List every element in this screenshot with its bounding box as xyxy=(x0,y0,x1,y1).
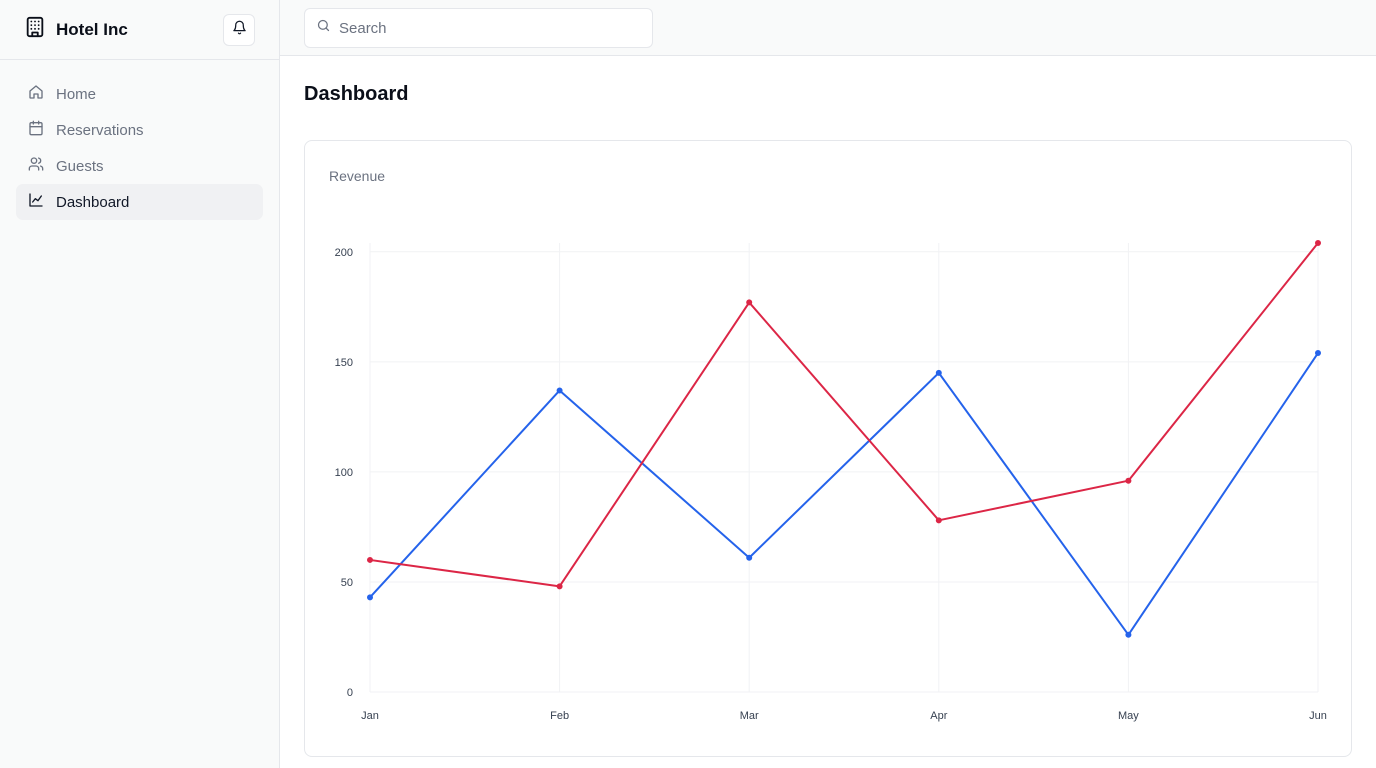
data-point xyxy=(746,299,753,306)
y-tick-label: 200 xyxy=(335,247,353,259)
sidebar-nav: Home Reservations Guests Dashboard xyxy=(0,60,279,236)
calendar-icon xyxy=(28,120,44,140)
data-point xyxy=(556,583,563,590)
sidebar-item-reservations[interactable]: Reservations xyxy=(16,112,263,148)
y-tick-label: 100 xyxy=(335,467,353,479)
data-point xyxy=(1125,631,1132,638)
revenue-line-chart: 0 50 100 150 200 Jan Feb Mar Apr May Jun xyxy=(335,240,1327,722)
sidebar-item-label: Dashboard xyxy=(56,193,130,211)
page-title: Dashboard xyxy=(304,83,409,105)
brand[interactable]: Hotel Inc xyxy=(24,16,128,43)
y-tick-label: 150 xyxy=(335,357,353,369)
data-point xyxy=(935,369,942,376)
series-line-1 xyxy=(369,242,1319,588)
data-point xyxy=(1315,350,1321,357)
x-tick-label: Jun xyxy=(1309,710,1327,722)
bell-icon xyxy=(232,20,247,40)
search-input[interactable] xyxy=(339,19,629,37)
line-chart-icon xyxy=(28,192,44,212)
data-point xyxy=(1315,240,1321,246)
search-box[interactable] xyxy=(304,8,653,48)
notifications-button[interactable] xyxy=(223,13,255,46)
sidebar-item-label: Home xyxy=(56,85,97,103)
y-tick-label: 0 xyxy=(347,687,353,699)
sidebar-item-home[interactable]: Home xyxy=(16,76,263,112)
home-icon xyxy=(28,84,44,104)
sidebar: Hotel Inc Home Reservations Guests Dashb… xyxy=(0,0,280,768)
data-point xyxy=(367,594,373,601)
data-point xyxy=(367,556,373,563)
sidebar-item-dashboard[interactable]: Dashboard xyxy=(16,184,263,220)
building-icon xyxy=(24,16,46,43)
users-icon xyxy=(28,156,44,176)
y-tick-label: 50 xyxy=(341,577,353,589)
data-point xyxy=(935,517,942,524)
top-bar xyxy=(280,0,1376,56)
sidebar-item-guests[interactable]: Guests xyxy=(16,148,263,184)
revenue-card: Revenue 0 50 100 150 200 Jan Feb Mar Apr May Jun xyxy=(304,140,1352,757)
x-tick-label: Jan xyxy=(361,710,379,722)
sidebar-item-label: Guests xyxy=(56,157,104,175)
data-point xyxy=(556,387,563,394)
sidebar-item-label: Reservations xyxy=(56,121,144,139)
brand-bar: Hotel Inc xyxy=(0,0,279,60)
data-point xyxy=(1125,477,1132,484)
x-tick-label: Apr xyxy=(930,710,947,722)
x-tick-label: May xyxy=(1118,710,1139,722)
series-line-0 xyxy=(369,352,1319,636)
x-tick-label: Mar xyxy=(740,710,759,722)
search-icon xyxy=(316,18,331,38)
x-tick-label: Feb xyxy=(550,710,569,722)
data-point xyxy=(746,554,753,561)
app-title: Hotel Inc xyxy=(56,19,128,39)
